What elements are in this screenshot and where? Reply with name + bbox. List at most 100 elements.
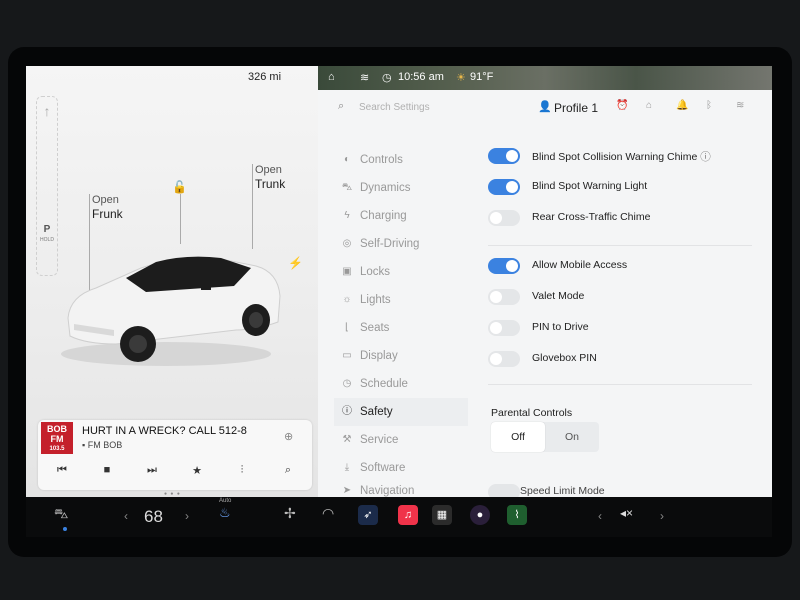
previous-track-icon[interactable]: ⏮ [52,464,72,480]
divider [488,384,752,385]
menu-item-dynamics[interactable]: ⛍ Dynamics [334,174,468,202]
car-panel: 326 mi ↑ P HOLD Open Frunk Open Trunk 🔓 … [26,66,318,497]
garage-icon[interactable]: ⌂ [646,100,652,111]
car-icon: ⛍ [341,182,353,193]
music-app-icon[interactable]: ♫ [398,505,418,525]
seat-icon: ⌊ [345,322,349,333]
cabin-temperature[interactable]: 68 [144,507,163,527]
volume-up-chevron-icon[interactable]: › [660,509,664,523]
steering-wheel-icon: ◎ [342,238,352,249]
outside-temperature: 91°F [470,71,494,83]
menu-item-charging[interactable]: ϟ Charging [334,202,468,230]
stop-icon[interactable]: ■ [97,464,117,480]
rocket-app-icon[interactable]: ➶ [358,505,378,525]
media-player[interactable]: BOB FM 103.5 HURT IN A WRECK? CALL 512-8… [38,420,312,490]
sun-status-icon: ☀ [456,72,466,84]
toggle-blind-spot-chime[interactable] [488,148,520,164]
bolt-icon: ϟ [344,210,350,221]
auto-label: Auto [219,498,232,504]
profile-icon: 👤 [538,101,552,113]
radio-signal-icon[interactable]: ⊕ [284,430,293,443]
app-launcher-icon[interactable]: ▦ [432,505,452,525]
energy-app-icon[interactable]: ⌇ [507,505,527,525]
option-glovebox-pin[interactable]: Glovebox PIN [488,349,758,369]
alarm-clock-icon[interactable]: ⏰ [616,100,628,111]
lock-icon: ▣ [342,266,352,277]
option-rear-cross-traffic[interactable]: Rear Cross-Traffic Chime [488,208,758,228]
menu-item-service[interactable]: ⚒ Service [334,426,468,454]
menu-item-locks[interactable]: ▣ Locks [334,258,468,286]
gear-selector[interactable]: ↑ P HOLD [36,96,58,276]
speed-limit-mode-label: Speed Limit Mode [520,485,605,497]
toggle-glovebox-pin[interactable] [488,351,520,367]
navigation-icon: ➤ [342,485,352,496]
bell-icon[interactable]: 🔔 [676,100,688,111]
menu-item-controls[interactable]: ◐ Controls [334,146,468,174]
profile-button[interactable]: Profile 1 [554,101,598,115]
trunk-open-label: Open [255,164,282,176]
option-blind-spot-light[interactable]: Blind Spot Warning Light [488,177,758,197]
parental-controls-title: Parental Controls [491,407,573,419]
fan-icon[interactable]: ✢ [284,505,296,527]
toggle-speed-limit-mode[interactable] [488,484,520,497]
toggle-blind-spot-light[interactable] [488,179,520,195]
settings-panel: ⌕ Search Settings 👤 Profile 1 ⏰ ⌂ 🔔 ᛒ ≋ … [318,90,772,497]
trunk-button[interactable]: Trunk [255,177,285,191]
option-valet-mode[interactable]: Valet Mode [488,287,758,307]
download-icon: ⤓ [344,462,350,473]
display-icon: ▭ [342,350,352,361]
clock-time: 10:56 am [398,71,444,83]
unlock-icon[interactable]: 🔓 [172,180,187,194]
toggle-pin-to-drive[interactable] [488,320,520,336]
arrow-up-icon: ↑ [43,103,51,119]
info-icon: ⓘ [700,151,711,163]
toggle-rear-cross-traffic[interactable] [488,210,520,226]
menu-item-software[interactable]: ⤓ Software [334,454,468,482]
seat-heater-icon[interactable]: ♨ [219,505,231,527]
option-pin-to-drive[interactable]: PIN to Drive [488,318,758,338]
car-illustration [61,256,281,366]
next-track-icon[interactable]: ⏭ [142,464,162,480]
volume-mute-icon[interactable]: ◂× [620,506,633,520]
menu-item-schedule[interactable]: ◷ Schedule [334,370,468,398]
parental-on-button[interactable]: On [545,422,599,452]
volume-down-chevron-icon[interactable]: ‹ [598,509,602,523]
settings-menu: ◐ Controls ⛍ Dynamics ϟ Charging ◎ Self-Driv… [334,146,468,497]
temp-up-chevron-icon[interactable]: › [185,509,189,523]
toggle-valet-mode[interactable] [488,289,520,305]
car-icon[interactable]: ⛍ [54,505,68,527]
toggle-icon: ◐ [343,154,351,165]
touchscreen: 326 mi ↑ P HOLD Open Frunk Open Trunk 🔓 … [26,66,772,497]
charge-port-icon[interactable]: ⚡ [288,256,303,270]
favorite-star-icon[interactable]: ★ [187,464,207,480]
parental-off-button[interactable]: Off [491,422,545,452]
battery-range: 326 mi [248,71,282,83]
alarm-icon: ◷ [382,72,392,84]
defrost-icon[interactable]: ◠ [322,505,334,527]
search-icon: ⌕ [338,100,345,112]
search-input[interactable]: Search Settings [359,102,430,113]
dock: ⛍ ‹ 68 › Auto ♨ ✢ ◠ ➶ ♫ ▦ ● ⌇ ‹ ◂× › [26,497,772,537]
bluetooth-icon[interactable]: ᛒ [706,100,712,111]
media-search-icon[interactable]: ⌕ [278,464,298,480]
option-mobile-access[interactable]: Allow Mobile Access [488,256,758,276]
wifi-status-icon: ≋ [360,72,370,84]
wifi-icon[interactable]: ≋ [736,100,744,111]
info-circle-icon: ⓘ [342,406,352,417]
menu-item-self-driving[interactable]: ◎ Self-Driving [334,230,468,258]
parental-controls-toggle: Off On [491,422,599,452]
equalizer-icon[interactable]: ⫶ [232,464,252,480]
option-blind-spot-chime[interactable]: Blind Spot Collision Warning Chime ⓘ [488,146,758,166]
sun-icon: ☼ [342,294,352,305]
menu-item-seats[interactable]: ⌊ Seats [334,314,468,342]
menu-item-safety[interactable]: ⓘ Safety [334,398,468,426]
active-indicator [63,527,67,531]
menu-item-lights[interactable]: ☼ Lights [334,286,468,314]
frunk-button[interactable]: Frunk [92,207,123,221]
media-station: ▪ FM BOB [82,440,123,450]
toggle-mobile-access[interactable] [488,258,520,274]
menu-item-navigation[interactable]: ➤ Navigation [334,482,468,497]
menu-item-display[interactable]: ▭ Display [334,342,468,370]
temp-down-chevron-icon[interactable]: ‹ [124,509,128,523]
camera-app-icon[interactable]: ● [470,505,490,525]
